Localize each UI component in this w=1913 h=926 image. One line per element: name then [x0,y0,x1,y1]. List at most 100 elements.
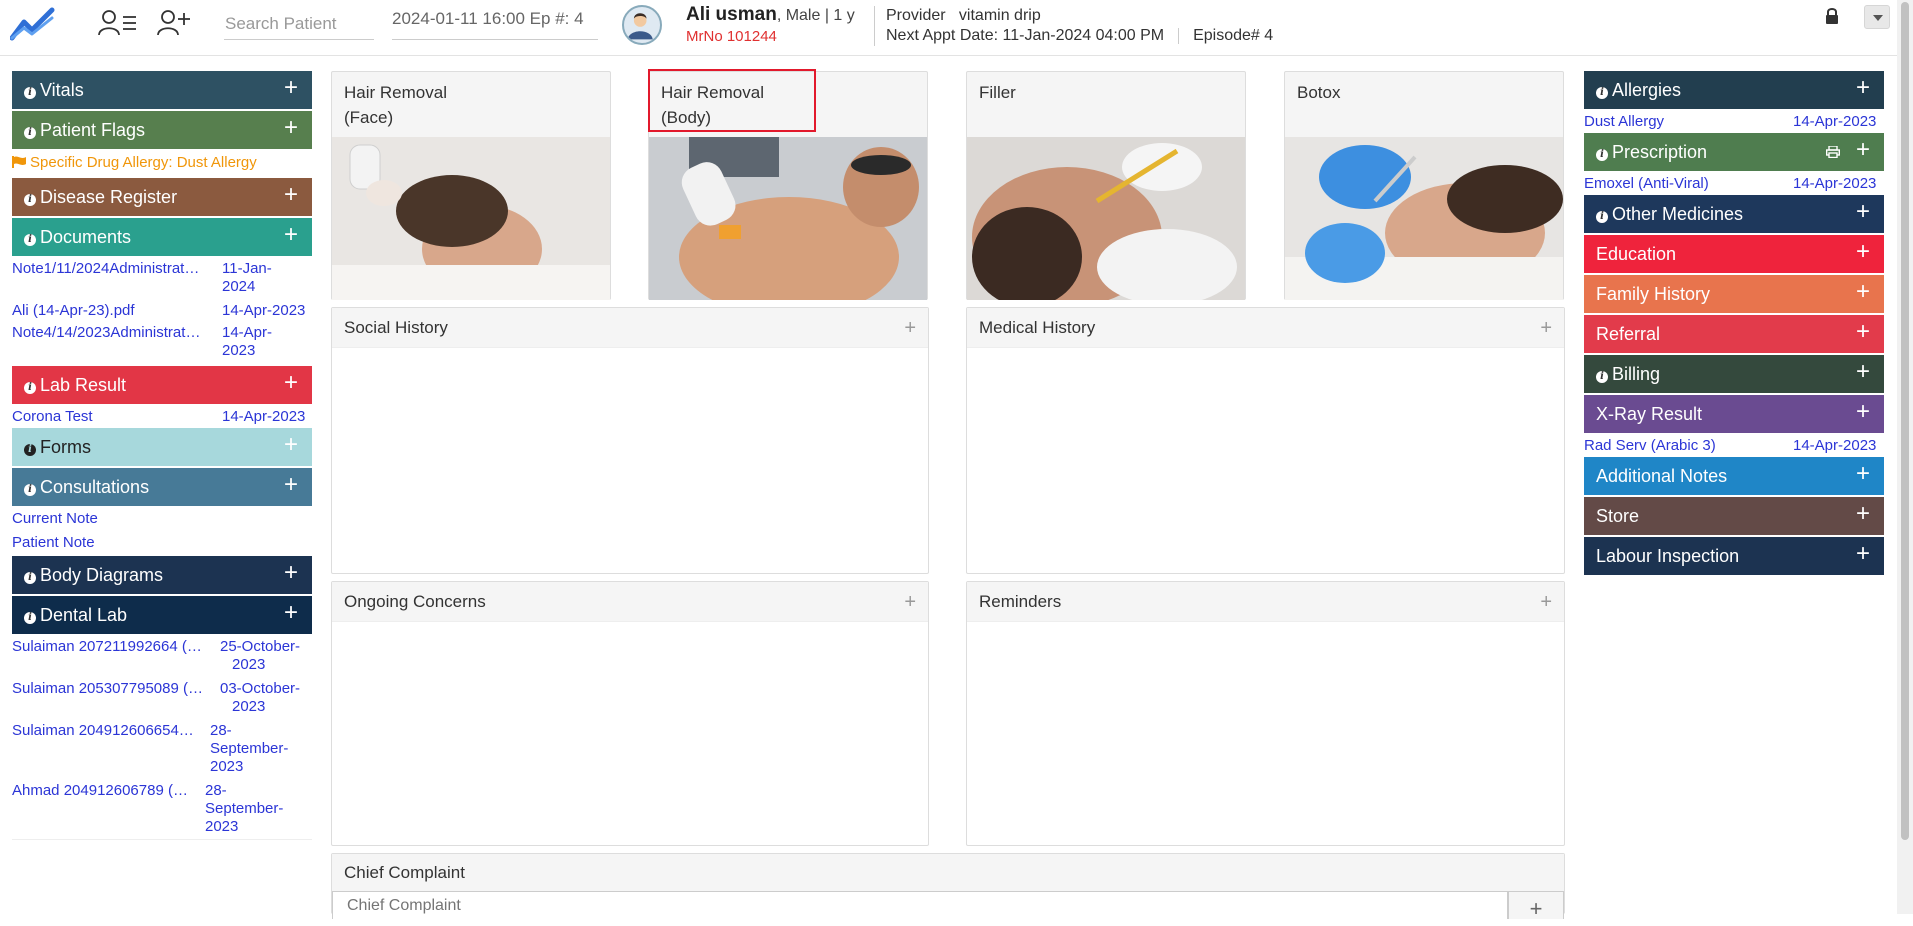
add-education-plus-icon[interactable]: + [1856,235,1870,269]
section-vitals[interactable]: i Vitals + [12,71,312,109]
chevron-down-icon[interactable] [1864,5,1890,29]
section-patient-flags[interactable]: i Patient Flags + [12,111,312,149]
add-form-plus-icon[interactable]: + [284,428,298,462]
section-additional-notes[interactable]: Additional Notes + [1584,457,1884,495]
add-labour-inspection-plus-icon[interactable]: + [1856,537,1870,571]
add-note-plus-icon[interactable]: + [1856,457,1870,491]
add-ongoing-concern-plus-icon[interactable]: + [904,582,916,622]
dental-lab-item[interactable]: Sulaiman 204912606654… 28- September- 2023 [12,720,312,780]
procedure-card-botox[interactable]: Botox [1284,71,1564,300]
app-logo-icon[interactable] [10,6,56,42]
section-store[interactable]: Store + [1584,497,1884,535]
provider-info: Provider vitamin drip [886,7,1041,24]
add-disease-plus-icon[interactable]: + [284,178,298,212]
procedure-title: Hair Removal (Face) [344,83,447,127]
section-body-diagrams[interactable]: i Body Diagrams + [12,556,312,594]
add-body-diagram-plus-icon[interactable]: + [284,556,298,590]
add-vitals-plus-icon[interactable]: + [284,71,298,105]
add-store-plus-icon[interactable]: + [1856,497,1870,531]
dental-lab-item[interactable]: Sulaiman 207211992664 (… 25-October- 2023 [12,636,312,678]
add-allergy-plus-icon[interactable]: + [1856,71,1870,105]
dental-lab-item[interactable]: Ahmad 204912606789 (… 28- September- 2023 [12,780,312,840]
info-icon: i [24,382,36,394]
consultation-item[interactable]: Patient Note [12,532,312,556]
info-icon: i [1596,371,1608,383]
prescription-item[interactable]: Emoxel (Anti-Viral) 14-Apr-2023 [1584,173,1884,195]
add-dental-lab-plus-icon[interactable]: + [284,596,298,630]
info-icon: i [24,444,36,456]
section-referral[interactable]: Referral + [1584,315,1884,353]
section-documents[interactable]: i Documents + [12,218,312,256]
add-consultation-plus-icon[interactable]: + [284,468,298,502]
consultation-item[interactable]: Current Note [12,508,312,532]
print-icon[interactable] [1826,146,1840,158]
document-item[interactable]: Note1/11/2024Administrat… 11-Jan- 2024 [12,258,312,300]
page-scrollbar[interactable] [1897,0,1913,914]
scrollbar-thumb[interactable] [1901,2,1909,840]
info-icon: i [1596,87,1608,99]
add-document-plus-icon[interactable]: + [284,218,298,252]
procedure-title: Filler [979,83,1016,102]
add-xray-plus-icon[interactable]: + [1856,395,1870,429]
allergy-item[interactable]: Dust Allergy 14-Apr-2023 [1584,111,1884,133]
section-xray-result[interactable]: X-Ray Result + [1584,395,1884,433]
chief-complaint-input[interactable] [332,891,1508,919]
section-billing[interactable]: i Billing + [1584,355,1884,393]
section-other-medicines[interactable]: i Other Medicines + [1584,195,1884,233]
xray-result-item[interactable]: Rad Serv (Arabic 3) 14-Apr-2023 [1584,435,1884,457]
patient-avatar[interactable] [622,5,662,45]
hair-removal-face-image [332,137,610,300]
add-chief-complaint-plus-icon[interactable]: + [1508,891,1564,921]
dental-lab-item[interactable]: Sulaiman 205307795089 (… 03-October- 2023 [12,678,312,720]
next-appointment-info: Next Appt Date: 11-Jan-2024 04:00 PM Epis… [886,27,1274,44]
reminders-panel: Reminders + [966,581,1565,846]
add-reminder-plus-icon[interactable]: + [1540,582,1552,622]
section-forms[interactable]: i Forms + [12,428,312,466]
document-item[interactable]: Ali (14-Apr-23).pdf 14-Apr-2023 [12,300,312,322]
add-prescription-plus-icon[interactable]: + [1856,133,1870,167]
patient-flag-item[interactable]: Specific Drug Allergy: Dust Allergy [12,151,312,178]
procedure-card-filler[interactable]: Filler [966,71,1246,300]
search-patient-input[interactable] [224,8,374,40]
episode-select[interactable]: 2024-01-11 16:00 Ep #: 4 [392,8,598,40]
info-icon: i [24,484,36,496]
add-referral-plus-icon[interactable]: + [1856,315,1870,349]
add-other-medicine-plus-icon[interactable]: + [1856,195,1870,229]
section-prescription[interactable]: i Prescription + [1584,133,1884,171]
chief-complaint-header: Chief Complaint [332,854,1564,892]
right-sidebar: i Allergies + Dust Allergy 14-Apr-2023 i Pre… [1584,71,1884,577]
section-consultations[interactable]: i Consultations + [12,468,312,506]
info-icon: i [1596,149,1608,161]
section-disease-register[interactable]: i Disease Register + [12,178,312,216]
add-medical-history-plus-icon[interactable]: + [1540,308,1552,348]
social-history-panel: Social History + [331,307,929,574]
patient-list-icon[interactable] [98,8,138,38]
add-social-history-plus-icon[interactable]: + [904,308,916,348]
add-flag-plus-icon[interactable]: + [284,111,298,145]
add-patient-icon[interactable] [156,8,196,38]
lab-result-item[interactable]: Corona Test 14-Apr-2023 [12,406,312,428]
document-item[interactable]: Note4/14/2023Administrat… 14-Apr- 2023 [12,322,312,366]
medical-history-panel: Medical History + [966,307,1565,574]
procedure-card-hair-removal-face[interactable]: Hair Removal (Face) [331,71,611,300]
medical-history-header: Medical History + [967,308,1564,348]
patient-mrno: MrNo 101244 [686,28,777,45]
filler-image [967,137,1245,300]
lock-icon[interactable] [1824,7,1840,25]
section-dental-lab[interactable]: i Dental Lab + [12,596,312,634]
reminders-header: Reminders + [967,582,1564,622]
add-billing-plus-icon[interactable]: + [1856,355,1870,389]
info-icon: i [24,612,36,624]
add-family-history-plus-icon[interactable]: + [1856,275,1870,309]
section-lab-result[interactable]: i Lab Result + [12,366,312,404]
add-lab-plus-icon[interactable]: + [284,366,298,400]
section-labour-inspection[interactable]: Labour Inspection + [1584,537,1884,575]
info-icon: i [24,194,36,206]
section-family-history[interactable]: Family History + [1584,275,1884,313]
flag-icon [12,156,26,168]
section-education[interactable]: Education + [1584,235,1884,273]
ongoing-concerns-header: Ongoing Concerns + [332,582,928,622]
section-allergies[interactable]: i Allergies + [1584,71,1884,109]
ongoing-concerns-panel: Ongoing Concerns + [331,581,929,846]
patient-name[interactable]: Ali usman, Male | 1 y [686,4,855,26]
